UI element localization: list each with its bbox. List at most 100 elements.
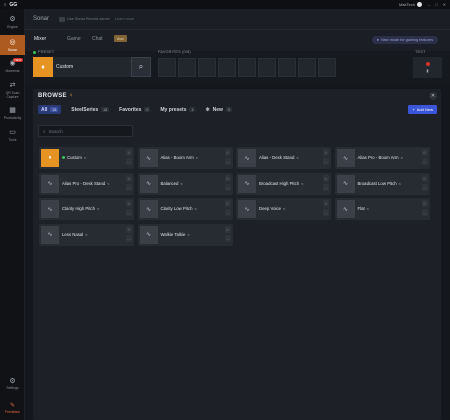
share-icon[interactable]: < xyxy=(97,206,99,211)
preset-card[interactable]: ∿ Clarity Low Pitch < ☆… xyxy=(137,198,233,220)
share-icon[interactable]: < xyxy=(401,155,403,160)
preset-card-name: Alias - Boom Arm xyxy=(160,155,194,160)
favorite-star-icon[interactable]: ☆ xyxy=(224,174,231,182)
more-options-icon[interactable]: … xyxy=(421,183,428,191)
sidebar-item-settings[interactable]: ⚙ Settings xyxy=(0,377,25,390)
preset-card[interactable]: ∿ Flat < ☆… xyxy=(334,198,430,220)
tab-aux[interactable]: Aux xyxy=(114,35,127,42)
share-icon[interactable]: < xyxy=(283,206,285,211)
test-panel[interactable]: ▮ xyxy=(413,57,442,78)
favorite-slot[interactable] xyxy=(258,58,276,77)
favorite-star-icon[interactable]: ☆ xyxy=(323,200,329,207)
more-options-icon[interactable]: … xyxy=(126,183,132,191)
more-options-icon[interactable]: … xyxy=(224,158,231,165)
new-mode-banner[interactable]: ● New mode for gaming features xyxy=(371,36,438,44)
favorite-star-icon[interactable]: ☆ xyxy=(421,174,428,182)
favorite-star-icon[interactable]: ☆ xyxy=(421,200,428,207)
maximize-icon[interactable]: □ xyxy=(435,2,437,7)
sidebar-item-moments[interactable]: NEW ◉ Moments xyxy=(0,58,25,73)
tab-favorites[interactable]: Favorites 0 xyxy=(119,107,151,113)
preset-card[interactable]: ∿ Broadcast High Pitch < ☆… xyxy=(236,172,331,195)
record-icon[interactable] xyxy=(425,62,430,66)
favorite-slot[interactable] xyxy=(178,58,196,77)
share-icon[interactable]: < xyxy=(187,232,189,237)
favorite-star-icon[interactable]: ☆ xyxy=(126,174,132,182)
minimize-icon[interactable]: – xyxy=(428,2,430,7)
add-new-button[interactable]: + Add New xyxy=(408,105,437,114)
favorite-star-icon[interactable]: ☆ xyxy=(126,225,132,233)
share-icon[interactable]: < xyxy=(195,206,197,211)
more-options-icon[interactable]: … xyxy=(126,158,132,165)
favorite-slot[interactable] xyxy=(158,58,176,77)
share-icon[interactable]: < xyxy=(84,155,86,160)
more-options-icon[interactable]: … xyxy=(421,158,428,165)
favorite-star-icon[interactable]: ☆ xyxy=(224,200,231,207)
favorite-star-icon[interactable]: ☆ xyxy=(126,149,132,156)
sidebar-item-productivity[interactable]: ▦ Productivity xyxy=(0,106,25,120)
favorite-slot[interactable] xyxy=(198,58,216,77)
tab-new[interactable]: ✱ New 0 xyxy=(205,107,232,113)
more-options-icon[interactable]: … xyxy=(224,234,231,242)
share-icon[interactable]: < xyxy=(367,206,369,211)
sidebar-item-feedback[interactable]: ✎ Feedback xyxy=(0,402,25,414)
preset-card[interactable]: ∿ Deep Voice < ☆… xyxy=(236,198,331,220)
share-icon[interactable]: < xyxy=(301,181,303,186)
favorite-slot[interactable] xyxy=(318,58,336,77)
favorite-star-icon[interactable]: ☆ xyxy=(323,174,329,182)
preset-card[interactable]: ∿ Alias Pro - Desk Stand < ☆… xyxy=(39,172,134,195)
sidebar-item-sonar[interactable]: ◎ Sonar xyxy=(0,35,25,55)
preset-card[interactable]: ∿ Broadcast Low Pitch < ☆… xyxy=(334,172,430,195)
more-options-icon[interactable]: … xyxy=(323,183,329,191)
preset-card[interactable]: ♦ Custom < ☆… xyxy=(39,147,134,169)
share-icon[interactable]: < xyxy=(107,181,109,186)
browse-search-input[interactable]: ⌕ Search xyxy=(38,125,133,137)
tab-game[interactable]: Game xyxy=(67,36,81,42)
share-icon[interactable]: < xyxy=(196,155,198,160)
tab-mixer[interactable]: Mixer xyxy=(34,36,46,42)
favorite-slot[interactable] xyxy=(218,58,236,77)
preset-card[interactable]: ∿ Alias - Boom Arm < ☆… xyxy=(137,147,233,169)
tab-label: All xyxy=(41,106,48,113)
tab-my-presets[interactable]: My presets 1 xyxy=(160,107,196,113)
more-options-icon[interactable]: … xyxy=(126,234,132,242)
favorite-slot[interactable] xyxy=(298,58,316,77)
share-icon[interactable]: < xyxy=(85,232,87,237)
more-options-icon[interactable]: … xyxy=(323,158,329,165)
sidebar-item-engine[interactable]: ⚙ Engine xyxy=(0,15,25,29)
more-options-icon[interactable]: … xyxy=(224,183,231,191)
favorite-star-icon[interactable]: ☆ xyxy=(323,149,329,156)
user-menu[interactable]: MakTech xyxy=(399,2,422,7)
favorite-star-icon[interactable]: ☆ xyxy=(421,149,428,156)
tab-steelseries[interactable]: SteelSeries 18 xyxy=(71,107,110,113)
more-options-icon[interactable]: … xyxy=(323,209,329,216)
preset-card[interactable]: ∿ Balanced < ☆… xyxy=(137,172,233,195)
preset-card[interactable]: ∿ Less Nasal < ☆… xyxy=(39,223,134,246)
share-icon[interactable]: < xyxy=(180,181,182,186)
menu-icon[interactable]: ≡ xyxy=(4,2,6,7)
more-options-icon[interactable]: … xyxy=(224,209,231,216)
preset-search-button[interactable]: ⌕ xyxy=(131,57,151,77)
favorite-star-icon[interactable]: ☆ xyxy=(224,225,231,233)
share-icon[interactable]: < xyxy=(399,181,401,186)
tab-chat[interactable]: Chat xyxy=(92,36,103,42)
favorite-slot[interactable] xyxy=(278,58,296,77)
share-icon[interactable]: < xyxy=(296,155,298,160)
close-browse-button[interactable]: ✕ xyxy=(429,92,437,100)
more-options-icon[interactable]: … xyxy=(126,209,132,216)
preset-card[interactable]: ∿ Walkie Talkie < ☆… xyxy=(137,223,233,246)
close-icon[interactable]: ✕ xyxy=(443,2,446,7)
favorite-slot[interactable] xyxy=(238,58,256,77)
tab-all[interactable]: All 18 xyxy=(38,105,62,114)
favorite-star-icon[interactable]: ☆ xyxy=(224,149,231,156)
preset-card[interactable]: ∿ Alias Pro - Boom Arm < ☆… xyxy=(334,147,430,169)
preset-card[interactable]: ∿ Clarity High Pitch < ☆… xyxy=(39,198,134,220)
sidebar-item-qr[interactable]: ⇄ QR Scan Capture xyxy=(0,81,25,99)
more-options-icon[interactable]: … xyxy=(421,209,428,216)
preset-card[interactable]: ∿ Alias - Desk Stand < ☆… xyxy=(236,147,331,169)
favorite-star-icon[interactable]: ☆ xyxy=(126,200,132,207)
learn-more-link[interactable]: Learn more xyxy=(115,17,134,21)
search-icon: ⌕ xyxy=(43,128,46,134)
preset-thumbnail-icon: ∿ xyxy=(238,174,256,193)
sidebar-item-label: Moments xyxy=(5,69,20,73)
sidebar-item-tools[interactable]: ▭ Tools xyxy=(0,128,25,142)
